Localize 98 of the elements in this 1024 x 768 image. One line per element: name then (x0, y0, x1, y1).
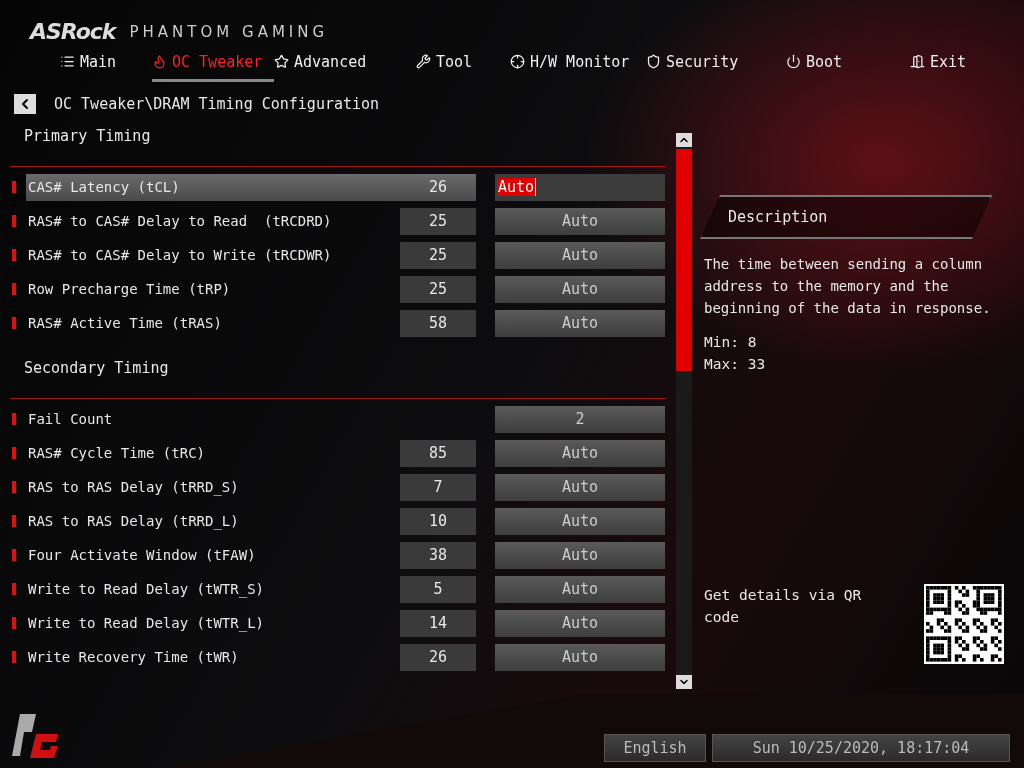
setting-label: Row Precharge Time (tRP) (28, 281, 232, 297)
row-marker (12, 181, 16, 193)
setting-row[interactable]: CAS# Latency (tCL) 26 (26, 173, 476, 201)
datetime-display: Sun 10/25/2020, 18:17:04 (712, 734, 1010, 762)
setting-row[interactable]: Row Precharge Time (tRP) 25 (26, 275, 476, 303)
section-title: Primary Timing (10, 120, 666, 167)
row-marker (12, 651, 16, 663)
scroll-down-button[interactable] (676, 675, 692, 689)
current-value: 58 (400, 309, 476, 337)
current-value: 85 (400, 439, 476, 467)
setting-value-field[interactable]: Auto (495, 207, 665, 235)
row-marker (12, 617, 16, 629)
brand-subtitle: PHANTOM GAMING (129, 23, 329, 43)
current-value: 25 (400, 241, 476, 269)
current-value: 38 (400, 541, 476, 569)
setting-label: RAS# to CAS# Delay to Write (tRCDWR) (28, 247, 333, 263)
qr-caption: Get details via QR code (704, 586, 863, 627)
current-value: 26 (400, 643, 476, 671)
row-marker (12, 549, 16, 561)
setting-row[interactable]: RAS# to CAS# Delay to Write (tRCDWR) 25 (26, 241, 476, 269)
current-value: 26 (427, 177, 449, 198)
menu-tab[interactable]: H/W Monitor (510, 44, 646, 82)
setting-label: Write to Read Delay (tWTR_S) (28, 581, 265, 597)
flame-icon (152, 54, 167, 69)
setting-label: RAS to RAS Delay (tRRD_S) (28, 479, 240, 495)
menu-tab[interactable]: OC Tweaker (152, 44, 274, 82)
setting-value-field[interactable]: 2 (495, 405, 665, 433)
setting-value-field[interactable]: Auto (495, 241, 665, 269)
setting-label: RAS# Active Time (tRAS) (28, 315, 223, 331)
language-button[interactable]: English (604, 734, 706, 762)
menu-tab[interactable]: Security (646, 44, 786, 82)
description-text: The time between sending a column address to the memory and the beginning of the data in response. (704, 255, 992, 318)
current-value: 10 (400, 507, 476, 535)
setting-value-field[interactable]: Auto (495, 609, 665, 637)
setting-row[interactable]: Write to Read Delay (tWTR_L) 14 (26, 609, 476, 637)
star-icon (274, 54, 289, 69)
setting-value-field[interactable]: Auto (495, 575, 665, 603)
setting-value-field[interactable]: Auto (495, 541, 665, 569)
setting-row[interactable]: RAS# Cycle Time (tRC) 85 (26, 439, 476, 467)
scrollbar[interactable] (676, 133, 692, 689)
setting-value-field[interactable]: Auto (495, 473, 665, 501)
setting-row[interactable]: RAS# Active Time (tRAS) 58 (26, 309, 476, 337)
setting-label: Four Activate Window (tFAW) (28, 547, 257, 563)
current-value: 5 (400, 575, 476, 603)
row-marker (12, 413, 16, 425)
setting-row[interactable]: RAS to RAS Delay (tRRD_S) 7 (26, 473, 476, 501)
setting-value-field[interactable]: Auto (495, 275, 665, 303)
breadcrumb: OC Tweaker\DRAM Timing Configuration (54, 95, 380, 113)
setting-label: Fail Count (28, 411, 114, 427)
power-icon (786, 54, 801, 69)
current-value: 25 (400, 207, 476, 235)
setting-value-field[interactable]: Auto (495, 173, 665, 201)
setting-label: Write Recovery Time (tWR) (28, 649, 240, 665)
row-marker (12, 249, 16, 261)
crosshair-icon (510, 54, 525, 69)
setting-row[interactable]: Write to Read Delay (tWTR_S) 5 (26, 575, 476, 603)
min-value: Min: 8 (704, 333, 758, 352)
setting-row[interactable]: Write Recovery Time (tWR) 26 (26, 643, 476, 671)
back-button[interactable] (14, 94, 36, 114)
setting-row[interactable]: Fail Count (26, 405, 476, 433)
setting-label: CAS# Latency (tCL) (28, 179, 181, 195)
setting-value-field[interactable]: Auto (495, 507, 665, 535)
row-marker (12, 283, 16, 295)
row-marker (12, 481, 16, 493)
setting-row[interactable]: Four Activate Window (tFAW) 38 (26, 541, 476, 569)
row-marker (12, 515, 16, 527)
list-icon (60, 54, 75, 69)
setting-label: RAS# to CAS# Delay to Read (tRCDRD) (28, 213, 333, 229)
menu-tab[interactable]: Advanced (274, 44, 416, 82)
current-value: 25 (400, 275, 476, 303)
setting-value-field[interactable]: Auto (495, 309, 665, 337)
menu-tab[interactable]: Boot (786, 44, 910, 82)
current-value: 14 (400, 609, 476, 637)
brand-logo: ASRock (30, 19, 116, 44)
menu-tab[interactable]: Tool (416, 44, 510, 82)
row-marker (12, 215, 16, 227)
row-marker (12, 447, 16, 459)
setting-value-field[interactable]: Auto (495, 439, 665, 467)
door-icon (910, 54, 925, 69)
description-title: Description (728, 208, 828, 226)
wrench-icon (416, 54, 431, 69)
current-value: 7 (400, 473, 476, 501)
setting-label: RAS to RAS Delay (tRRD_L) (28, 513, 240, 529)
qr-code-icon (924, 584, 1004, 664)
setting-label: RAS# Cycle Time (tRC) (28, 445, 206, 461)
menu-tab[interactable]: Main (60, 44, 152, 82)
setting-label: Write to Read Delay (tWTR_L) (28, 615, 265, 631)
menu-tab[interactable]: Exit (910, 44, 1000, 82)
max-value: Max: 33 (704, 355, 767, 374)
shield-icon (646, 54, 661, 69)
setting-row[interactable]: RAS to RAS Delay (tRRD_L) 10 (26, 507, 476, 535)
row-marker (12, 583, 16, 595)
scroll-up-button[interactable] (676, 133, 692, 147)
scroll-thumb[interactable] (676, 149, 692, 371)
setting-value-field[interactable]: Auto (495, 643, 665, 671)
row-marker (12, 317, 16, 329)
section-title: Secondary Timing (10, 352, 666, 399)
setting-row[interactable]: RAS# to CAS# Delay to Read (tRCDRD) 25 (26, 207, 476, 235)
